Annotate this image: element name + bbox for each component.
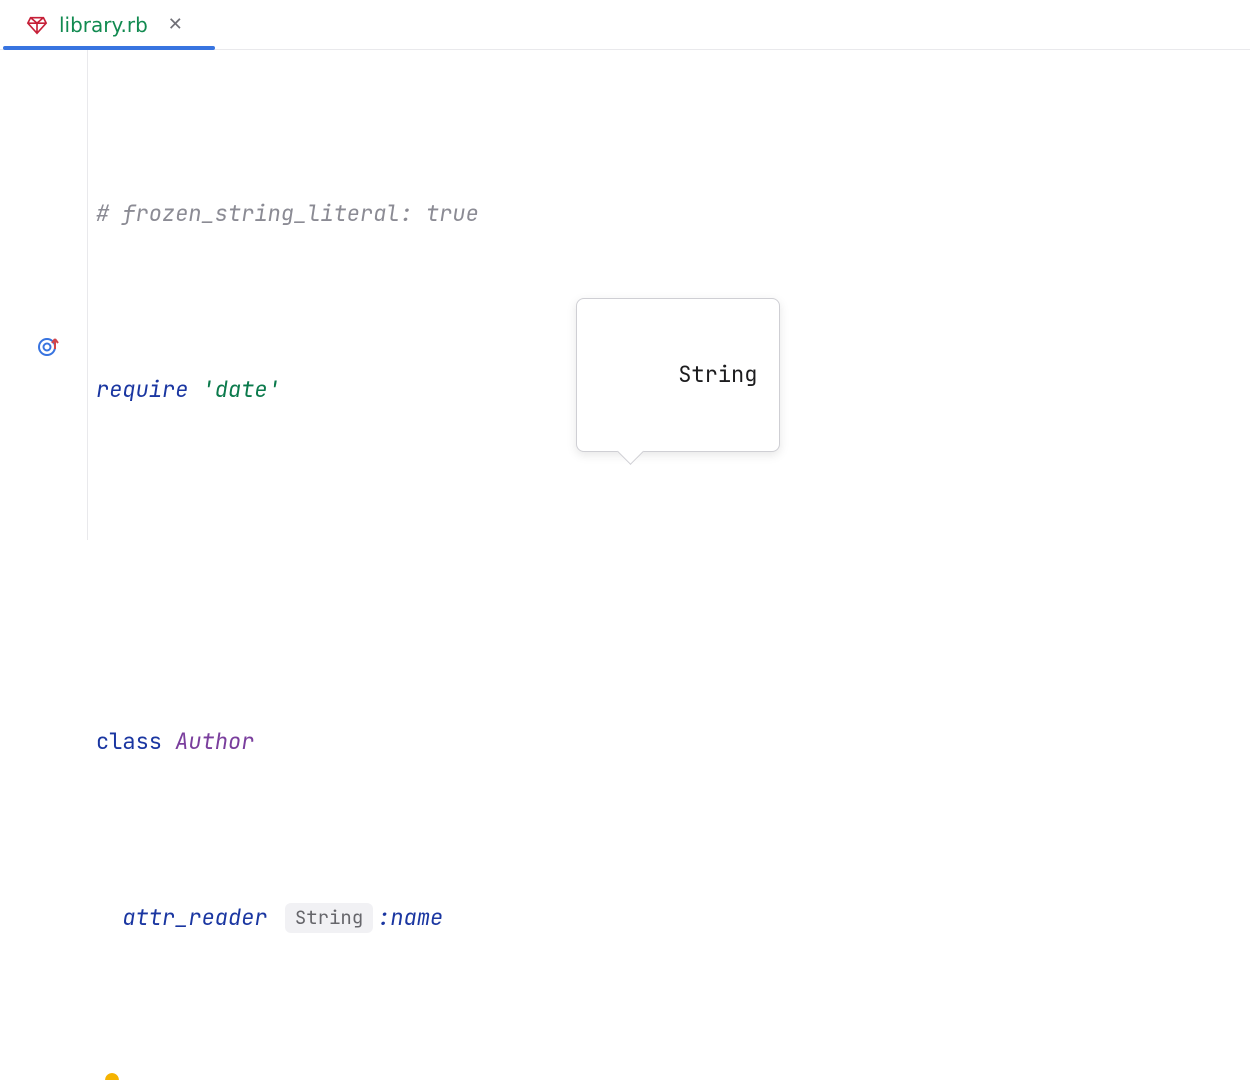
tab-filename: library.rb bbox=[59, 13, 148, 37]
tooltip-text: String bbox=[678, 360, 757, 389]
attr-reader: attr_reader bbox=[122, 896, 267, 940]
target-icon[interactable] bbox=[36, 334, 62, 360]
code-line bbox=[96, 1072, 1244, 1080]
code-line: class Author bbox=[96, 720, 1244, 764]
keyword-class: class bbox=[96, 720, 162, 764]
code-line bbox=[96, 544, 1244, 588]
editor: # frozen_string_literal: true require 'd… bbox=[0, 50, 1250, 540]
string-literal: 'date' bbox=[202, 368, 281, 412]
ruby-icon bbox=[25, 13, 49, 37]
comment: # frozen_string_literal: true bbox=[96, 192, 479, 236]
file-tab[interactable]: library.rb ✕ bbox=[15, 0, 197, 49]
lightbulb-icon[interactable] bbox=[99, 1070, 125, 1080]
class-name: Author bbox=[175, 720, 254, 764]
close-icon[interactable]: ✕ bbox=[168, 14, 183, 35]
code-line: # frozen_string_literal: true bbox=[96, 192, 1244, 236]
type-hint: String bbox=[285, 903, 373, 933]
tab-bar: library.rb ✕ bbox=[0, 0, 1250, 50]
code-line: attr_reader String :name bbox=[96, 896, 1244, 940]
gutter bbox=[0, 50, 88, 540]
code-area[interactable]: # frozen_string_literal: true require 'd… bbox=[88, 50, 1250, 540]
type-tooltip: String bbox=[576, 298, 780, 452]
symbol: :name bbox=[377, 896, 443, 940]
keyword-require: require bbox=[96, 368, 188, 412]
